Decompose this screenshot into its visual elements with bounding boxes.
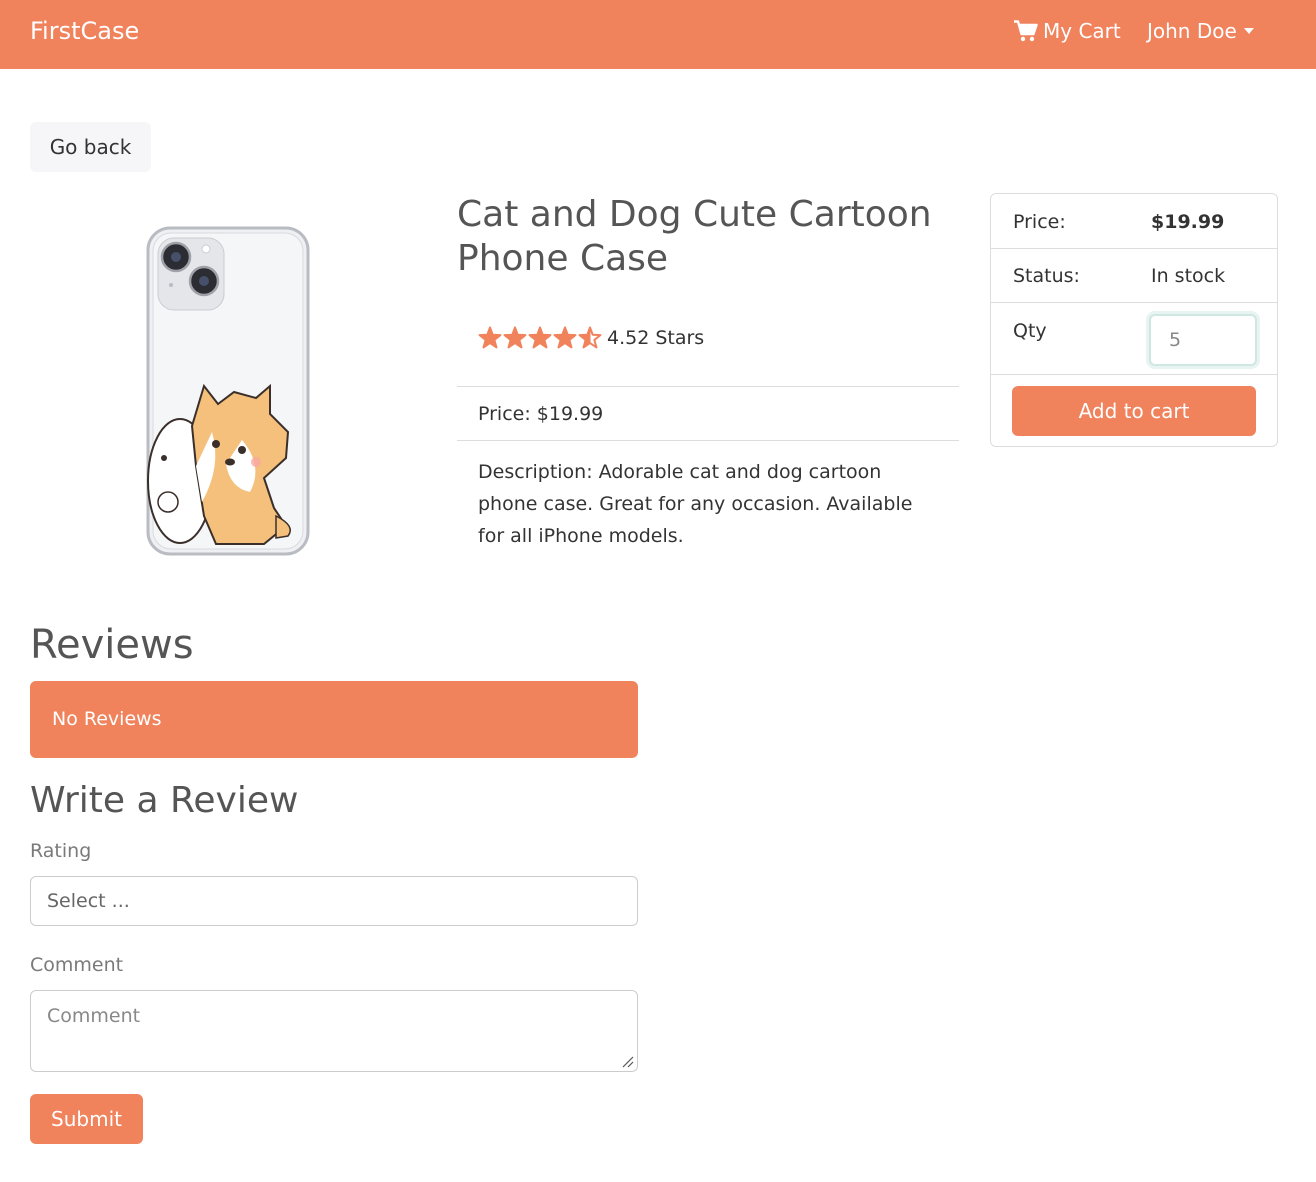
go-back-button[interactable]: Go back: [30, 122, 151, 172]
price-value: $19.99: [1151, 211, 1225, 233]
price-label: Price:: [1013, 211, 1066, 233]
user-name: John Doe: [1147, 19, 1237, 43]
rating-select[interactable]: Select ...: [30, 876, 638, 926]
divider: [457, 386, 959, 387]
my-cart-label: My Cart: [1043, 19, 1121, 43]
no-reviews-alert: No Reviews: [30, 681, 638, 758]
divider: [991, 248, 1277, 249]
status-value: In stock: [1151, 265, 1226, 287]
product-price: Price: $19.99: [478, 403, 604, 425]
qty-label: Qty: [1013, 320, 1047, 342]
star-full-icon: [528, 326, 552, 349]
star-full-icon: [478, 326, 502, 349]
comment-placeholder: Comment: [47, 1005, 141, 1027]
add-to-cart-button[interactable]: Add to cart: [1012, 386, 1256, 436]
rating-label: Rating: [30, 840, 92, 862]
divider: [457, 440, 959, 441]
product-image: [146, 226, 310, 556]
my-cart-link[interactable]: My Cart: [1014, 17, 1121, 45]
rating-stars: [478, 326, 603, 350]
submit-review-button[interactable]: Submit: [30, 1094, 143, 1144]
comment-label: Comment: [30, 954, 124, 976]
brand-logo[interactable]: FirstCase: [30, 16, 139, 46]
product-title: Cat and Dog Cute Cartoon Phone Case: [457, 194, 932, 279]
divider: [991, 302, 1277, 303]
reviews-heading: Reviews: [30, 622, 194, 668]
rating-text: 4.52 Stars: [607, 327, 705, 349]
star-half-icon: [578, 326, 602, 349]
qty-select[interactable]: 5: [1149, 314, 1257, 366]
product-rating: 4.52 Stars: [478, 326, 704, 350]
comment-textarea[interactable]: Comment: [30, 990, 638, 1072]
status-label: Status:: [1013, 265, 1080, 287]
divider: [991, 374, 1277, 375]
user-menu-dropdown[interactable]: John Doe: [1147, 17, 1254, 45]
shopping-cart-icon: [1014, 20, 1038, 42]
star-full-icon: [503, 326, 527, 349]
star-full-icon: [553, 326, 577, 349]
caret-down-icon: [1243, 28, 1254, 34]
purchase-card: Price: $19.99 Status: In stock Qty 5 Add…: [990, 193, 1278, 447]
navbar: FirstCase My Cart John Doe: [0, 0, 1316, 69]
resize-handle-icon[interactable]: [622, 1056, 634, 1068]
product-description: Description: Adorable cat and dog cartoo…: [478, 461, 913, 547]
write-review-heading: Write a Review: [30, 780, 299, 821]
